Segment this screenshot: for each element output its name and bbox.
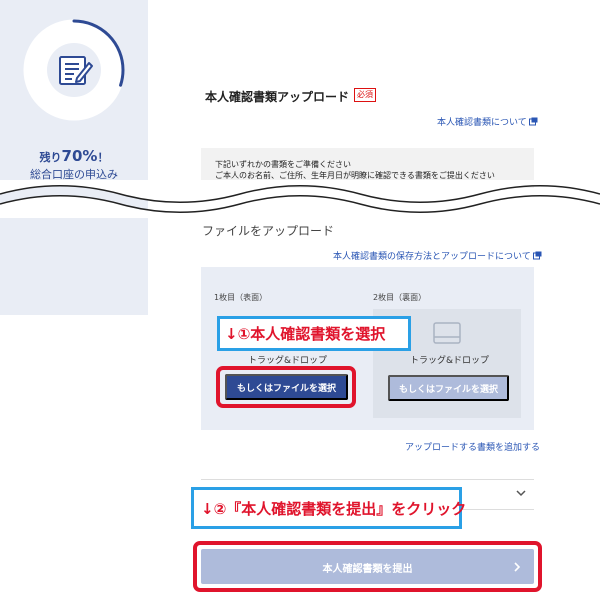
instruction-callout-step2: ↓②『本人確認書類を提出』をクリック (191, 487, 466, 529)
external-link-icon (532, 251, 542, 260)
storage-upload-help-link[interactable]: 本人確認書類の保存方法とアップロードについて (333, 249, 542, 262)
about-id-documents-label: 本人確認書類について (437, 118, 527, 128)
notice-line-1: 下記いずれかの書類をご準備ください (215, 160, 351, 169)
id-card-icon (433, 322, 461, 344)
select-back-file-button[interactable]: もしくはファイルを選択 (388, 375, 509, 401)
required-badge: 必須 (354, 88, 376, 102)
storage-upload-help-label: 本人確認書類の保存方法とアップロードについて (333, 252, 531, 262)
add-document-link[interactable]: アップロードする書類を追加する (405, 440, 540, 453)
highlight-frame-submit (193, 541, 542, 592)
front-slot-label: 1枚目（表面） (214, 293, 268, 302)
progress-prefix: 残り (39, 151, 62, 164)
torn-edge-divider (0, 180, 600, 218)
external-link-icon (528, 117, 538, 126)
chevron-down-icon[interactable] (515, 487, 527, 499)
back-slot-label: 2枚目（裏面） (373, 293, 427, 302)
highlight-frame-select (216, 366, 356, 408)
progress-ring (23, 19, 125, 121)
sidebar: 残り70%！ 総合口座の申込み (0, 0, 148, 315)
upload-title: ファイルをアップロード (202, 224, 335, 238)
instruction-callout-step1: ↓①本人確認書類を選択 (217, 316, 411, 351)
back-drag-drop-text: トラッグ&ドロップ (410, 356, 490, 366)
progress-value: 70% (61, 147, 98, 165)
front-drag-drop-text: トラッグ&ドロップ (248, 356, 328, 366)
section-title: 本人確認書類アップロード (205, 90, 350, 104)
about-id-documents-link[interactable]: 本人確認書類について (437, 115, 538, 128)
progress-remaining: 残り70%！ (0, 147, 148, 165)
progress-suffix: ！ (97, 151, 109, 164)
